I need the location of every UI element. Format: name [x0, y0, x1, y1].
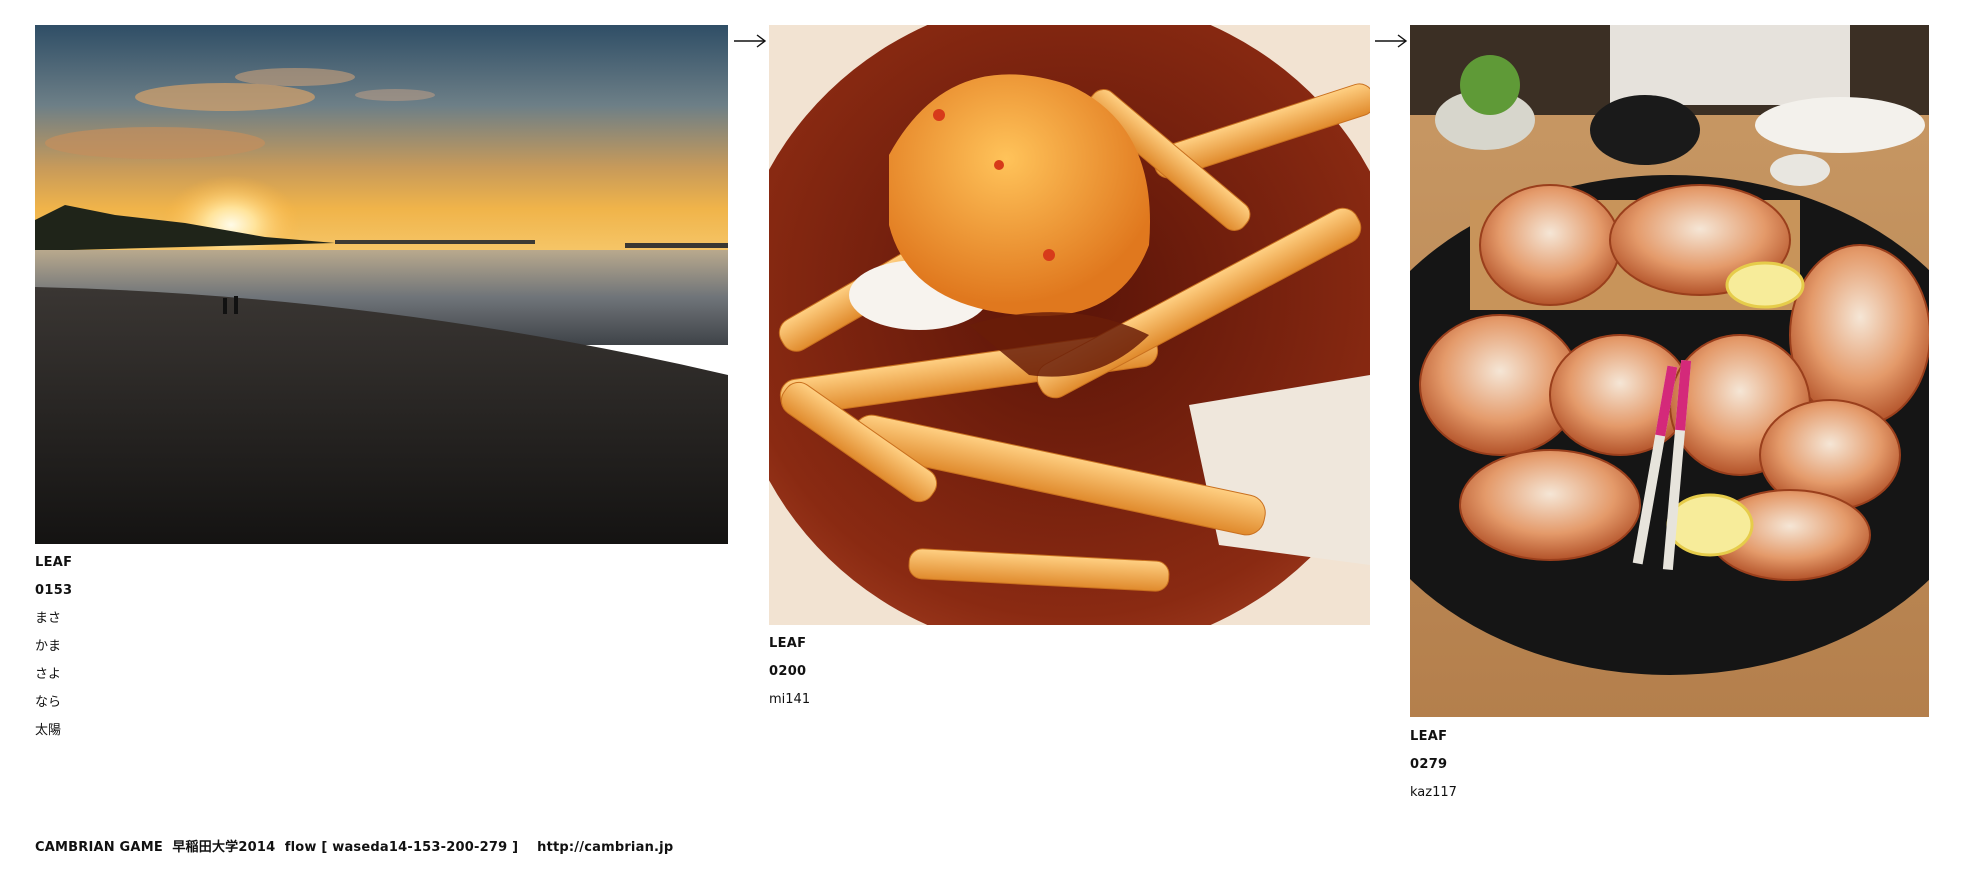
sunset-beach-photo[interactable] — [35, 25, 728, 544]
leaf-code: LEAF 0153 — [35, 555, 73, 598]
footer-info: CAMBRIAN GAME 早稲田大学2014 flow [ waseda14-… — [35, 840, 674, 855]
leaf-author: mi141 — [769, 692, 811, 707]
leaf-caption: LEAF 0279 kaz117 — [1410, 723, 1457, 807]
leaf-author: まさかま — [35, 611, 62, 654]
leaf-caption: LEAF 0200 mi141 — [769, 630, 810, 714]
leaf-author: kaz117 — [1410, 785, 1457, 800]
crab-platter-photo[interactable] — [1410, 25, 1929, 717]
leaf-code: LEAF 0279 — [1410, 729, 1448, 772]
right-arrow-icon — [734, 34, 767, 48]
leaf-code: LEAF 0200 — [769, 636, 807, 679]
right-arrow-icon — [1375, 34, 1408, 48]
fries-bowl-photo[interactable] — [769, 25, 1370, 625]
leaf-title: さよなら太陽 — [35, 667, 62, 738]
leaf-caption: LEAF 0153 まさかま さよなら太陽 — [35, 549, 72, 745]
